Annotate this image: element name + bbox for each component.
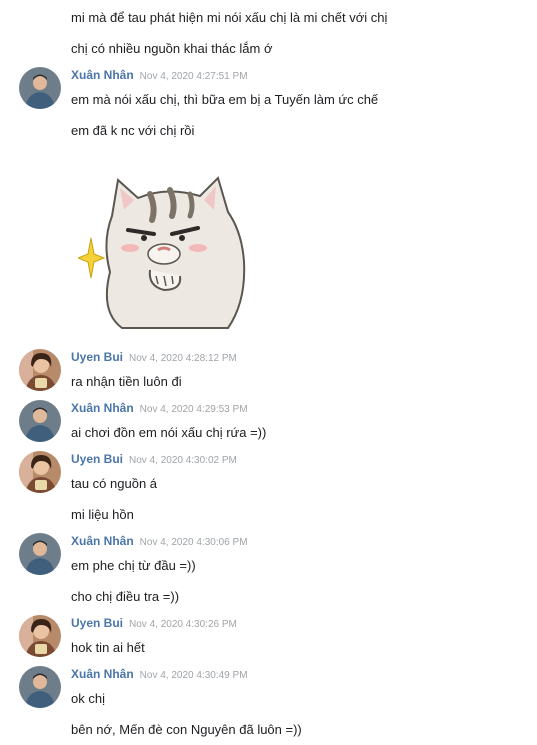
timestamp: Nov 4, 2020 4:30:49 PM: [139, 670, 248, 681]
timestamp: Nov 4, 2020 4:30:26 PM: [129, 619, 237, 630]
sender-name[interactable]: Xuân Nhân: [71, 68, 134, 82]
user-avatar-icon: [19, 349, 61, 391]
message-text: em phe chị từ đầu =)): [71, 558, 196, 573]
message-text: mi mà để tau phát hiện mi nói xấu chị là…: [71, 10, 388, 25]
message-text: hok tin ai hết: [71, 640, 145, 655]
sender-name[interactable]: Xuân Nhân: [71, 534, 134, 548]
avatar-uyen-bui[interactable]: [19, 615, 61, 657]
message-text: mi liệu hồn: [71, 507, 134, 522]
sender-name[interactable]: Xuân Nhân: [71, 667, 134, 681]
sender-name[interactable]: Uyen Bui: [71, 452, 123, 466]
avatar-xuan-nhan[interactable]: [19, 666, 61, 708]
message-header: Xuân Nhân Nov 4, 2020 4:30:06 PM: [71, 534, 248, 550]
user-avatar-icon: [19, 451, 61, 493]
user-avatar-icon: [19, 67, 61, 109]
sender-name[interactable]: Uyen Bui: [71, 616, 123, 630]
avatar-uyen-bui[interactable]: [19, 451, 61, 493]
message-header: Xuân Nhân Nov 4, 2020 4:27:51 PM: [71, 68, 248, 84]
sender-name[interactable]: Uyen Bui: [71, 350, 123, 364]
avatar-xuan-nhan[interactable]: [19, 67, 61, 109]
message-header: Xuân Nhân Nov 4, 2020 4:29:53 PM: [71, 401, 248, 417]
message-text: ra nhận tiền luôn đi: [71, 374, 182, 389]
user-avatar-icon: [19, 615, 61, 657]
user-avatar-icon: [19, 400, 61, 442]
sticker-cat-image[interactable]: [76, 172, 250, 332]
timestamp: Nov 4, 2020 4:29:53 PM: [139, 404, 248, 415]
timestamp: Nov 4, 2020 4:27:51 PM: [139, 71, 248, 82]
timestamp: Nov 4, 2020 4:30:02 PM: [129, 455, 237, 466]
sender-name[interactable]: Xuân Nhân: [71, 401, 134, 415]
avatar-xuan-nhan[interactable]: [19, 400, 61, 442]
message-text: em đã k nc với chị rồi: [71, 123, 195, 138]
avatar-xuan-nhan[interactable]: [19, 533, 61, 575]
avatar-uyen-bui[interactable]: [19, 349, 61, 391]
user-avatar-icon: [19, 533, 61, 575]
message-text: ok chị: [71, 691, 105, 706]
message-text: bên nớ, Mến đè con Nguyên đã luôn =)): [71, 722, 302, 737]
message-text: em mà nói xấu chị, thì bữa em bị a Tuyến…: [71, 92, 379, 107]
timestamp: Nov 4, 2020 4:30:06 PM: [139, 537, 248, 548]
message-header: Uyen Bui Nov 4, 2020 4:30:26 PM: [71, 616, 237, 632]
message-text: chị có nhiều nguồn khai thác lắm ớ: [71, 41, 273, 56]
message-text: cho chị điều tra =)): [71, 589, 180, 604]
message-header: Uyen Bui Nov 4, 2020 4:28:12 PM: [71, 350, 237, 366]
message-header: Uyen Bui Nov 4, 2020 4:30:02 PM: [71, 452, 237, 468]
timestamp: Nov 4, 2020 4:28:12 PM: [129, 353, 237, 364]
cat-sticker-icon: [76, 176, 246, 329]
user-avatar-icon: [19, 666, 61, 708]
message-text: tau có nguồn á: [71, 476, 158, 491]
message-text: ai chơi đồn em nói xấu chị rứa =)): [71, 425, 267, 440]
message-header: Xuân Nhân Nov 4, 2020 4:30:49 PM: [71, 667, 248, 683]
